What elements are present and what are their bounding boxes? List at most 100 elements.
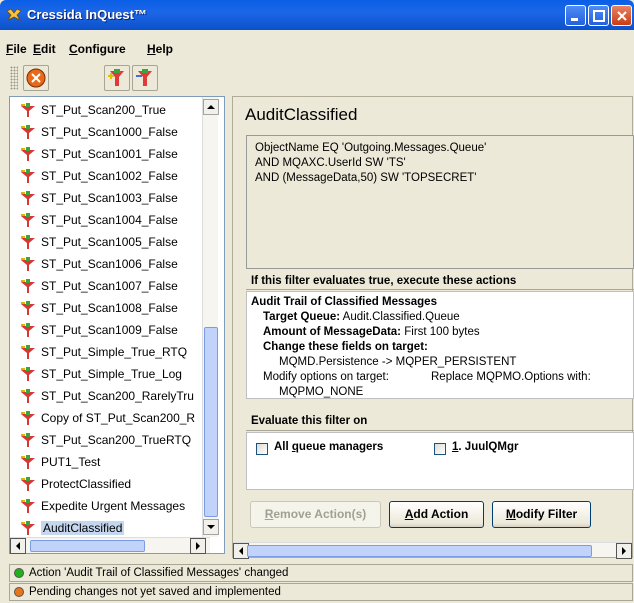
scroll-left-button[interactable] [10, 538, 26, 554]
detail-hscrollbar[interactable] [233, 542, 632, 559]
filter-icon [21, 235, 35, 249]
filter-name: ST_Put_Scan1002_False [41, 169, 178, 183]
scroll-right-button[interactable] [616, 543, 632, 559]
filter-icon [21, 477, 35, 491]
remove-filter-icon [136, 69, 152, 86]
filter-list-hscrollbar[interactable] [10, 537, 210, 554]
filter-icon [21, 301, 35, 315]
filter-list-item[interactable]: ST_Put_Scan1000_False [16, 123, 200, 143]
modify-options-label: Modify options on target: [263, 371, 389, 383]
arrow-left-icon [239, 547, 243, 555]
menu-help[interactable]: Help [147, 42, 173, 56]
status-line: Pending changes not yet saved and implem… [9, 583, 633, 601]
hscroll-thumb[interactable] [247, 545, 592, 557]
divider [246, 430, 634, 431]
scroll-down-button[interactable] [203, 519, 219, 535]
juulqmgr-checkbox[interactable] [434, 443, 446, 455]
filter-list-item[interactable]: Expedite Urgent Messages [16, 497, 200, 517]
filter-name: Expedite Urgent Messages [41, 499, 186, 513]
filter-list-item[interactable]: ST_Put_Scan200_RarelyTru [16, 387, 200, 407]
menu-edit[interactable]: Edit [33, 42, 56, 56]
filter-list-item[interactable]: ST_Put_Scan1007_False [16, 277, 200, 297]
filter-list-item[interactable]: ST_Put_Scan1009_False [16, 321, 200, 341]
filter-list-item[interactable]: ST_Put_Simple_True_RTQ [16, 343, 200, 363]
filter-name: ST_Put_Scan1004_False [41, 213, 178, 227]
remove-actions-button[interactable]: Remove Action(s) [250, 501, 381, 528]
status-warning-icon [14, 587, 24, 597]
filter-list-item[interactable]: ST_Put_Scan200_True [16, 101, 200, 121]
filter-list-item[interactable]: ST_Put_Scan1008_False [16, 299, 200, 319]
filter-name: ST_Put_Scan1005_False [41, 235, 178, 249]
title-bar[interactable]: Cressida InQuest™ [0, 0, 634, 30]
hscroll-thumb[interactable] [30, 540, 145, 552]
filter-name: ST_Put_Scan1006_False [41, 257, 178, 271]
filter-list-item[interactable]: ST_Put_Scan200_TrueRTQ [16, 431, 200, 451]
add-action-button[interactable]: Add Action [389, 501, 484, 528]
scroll-right-button[interactable] [190, 538, 206, 554]
menu-file[interactable]: File [6, 42, 27, 56]
maximize-button[interactable] [588, 5, 609, 26]
filter-list-item[interactable]: ST_Put_Simple_True_Log [16, 365, 200, 385]
filter-list-item[interactable]: ST_Put_Scan1006_False [16, 255, 200, 275]
filter-list-item[interactable]: Copy of ST_Put_Scan200_R [16, 409, 200, 429]
actions-list[interactable]: Audit Trail of Classified Messages Targe… [246, 291, 634, 399]
app-logo-icon [6, 8, 22, 21]
amount-row: Amount of MessageData: First 100 bytes [263, 326, 480, 338]
filter-icon [21, 147, 35, 161]
arrow-right-icon [622, 547, 626, 555]
evaluate-section-header: Evaluate this filter on [251, 415, 368, 427]
filter-list-item[interactable]: ST_Put_Scan1002_False [16, 167, 200, 187]
arrow-up-icon [207, 105, 215, 109]
arrow-down-icon [207, 525, 215, 529]
filter-name: ST_Put_Scan1009_False [41, 323, 178, 337]
filter-expression-line: AND (MessageData,50) SW 'TOPSECRET' [255, 172, 477, 184]
filter-list-item[interactable]: ST_Put_Scan1005_False [16, 233, 200, 253]
toolbar-grip[interactable] [10, 66, 18, 90]
modify-filter-button[interactable]: Modify Filter [492, 501, 591, 528]
filter-list-vscrollbar[interactable] [202, 97, 219, 537]
scroll-thumb[interactable] [204, 327, 218, 517]
filter-expression-box[interactable]: ObjectName EQ 'Outgoing.Messages.Queue' … [246, 135, 634, 269]
stop-button[interactable] [23, 65, 49, 91]
filter-name: ST_Put_Scan1003_False [41, 191, 178, 205]
target-queue-row: Target Queue: Audit.Classified.Queue [263, 311, 460, 323]
divider [246, 289, 634, 290]
modify-options-replace: Replace MQPMO.Options with: [431, 371, 591, 383]
filter-list-item[interactable]: ST_Put_Scan1001_False [16, 145, 200, 165]
arrow-right-icon [196, 542, 200, 550]
filter-icon [21, 191, 35, 205]
filter-expression-line: AND MQAXC.UserId SW 'TS' [255, 157, 406, 169]
filter-list-item[interactable]: AuditClassified [16, 519, 200, 537]
filter-name: ST_Put_Simple_True_RTQ [41, 345, 188, 359]
filter-icon [21, 411, 35, 425]
filter-icon [21, 521, 35, 535]
stop-icon [26, 68, 46, 88]
menu-configure[interactable]: Configure [69, 42, 126, 56]
filter-list-item[interactable]: ST_Put_Scan1003_False [16, 189, 200, 209]
filter-name: ST_Put_Scan1008_False [41, 301, 178, 315]
minimize-button[interactable] [565, 5, 586, 26]
filter-list-item[interactable]: ProtectClassified [16, 475, 200, 495]
filter-list-item[interactable]: ST_Put_Scan1004_False [16, 211, 200, 231]
close-button[interactable] [611, 5, 632, 26]
scroll-up-button[interactable] [203, 99, 219, 115]
filter-expression-line: ObjectName EQ 'Outgoing.Messages.Queue' [255, 142, 487, 154]
add-filter-button[interactable] [104, 65, 130, 91]
all-queue-managers-checkbox[interactable] [256, 443, 268, 455]
filter-icon [21, 125, 35, 139]
filter-tree: ST_Put_Scan200_True ST_Put_Scan1000_False… [10, 97, 200, 537]
filter-icon [21, 213, 35, 227]
action-name[interactable]: Audit Trail of Classified Messages [251, 296, 437, 308]
filter-name: ST_Put_Scan200_True [41, 103, 166, 117]
juulqmgr-label[interactable]: 1. JuulQMgr [452, 441, 518, 453]
filter-name: PUT1_Test [41, 455, 101, 469]
filter-list-panel: ST_Put_Scan200_True ST_Put_Scan1000_False… [9, 96, 225, 554]
queue-manager-selector: All queue managers 1. JuulQMgr [246, 432, 634, 490]
filter-list-item[interactable]: PUT1_Test [16, 453, 200, 473]
remove-filter-button[interactable] [132, 65, 158, 91]
change-fields-label: Change these fields on target: [263, 341, 428, 353]
all-queue-managers-label[interactable]: All queue managers [274, 441, 383, 453]
filter-name: ST_Put_Scan1000_False [41, 125, 178, 139]
filter-icon [21, 345, 35, 359]
menu-bar: File Edit Configure Help [0, 40, 634, 60]
